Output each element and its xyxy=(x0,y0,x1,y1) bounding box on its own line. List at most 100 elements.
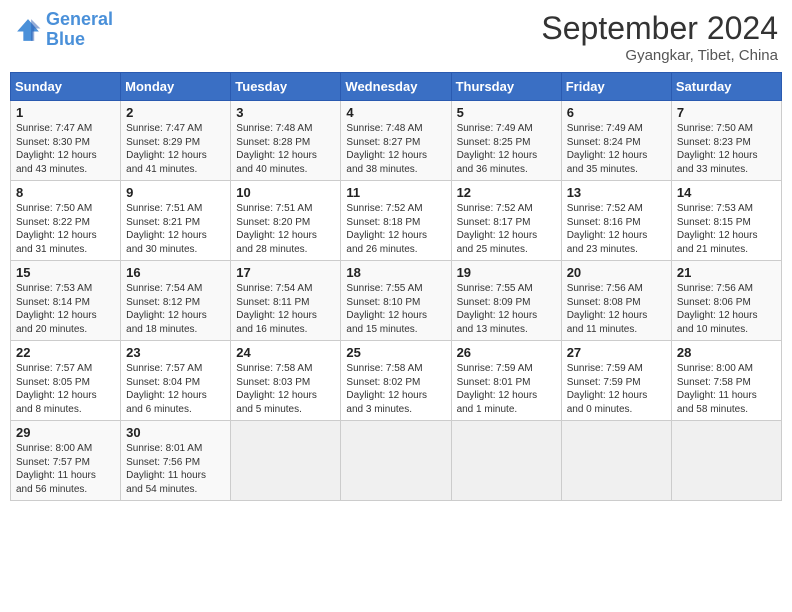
day-number: 23 xyxy=(126,345,225,360)
day-info: Sunrise: 8:01 AM Sunset: 7:56 PM Dayligh… xyxy=(126,442,225,496)
day-info: Sunrise: 7:49 AM Sunset: 8:25 PM Dayligh… xyxy=(457,122,556,176)
calendar-cell: 10 Sunrise: 7:51 AM Sunset: 8:20 PM Dayli… xyxy=(231,181,341,261)
day-info: Sunrise: 7:51 AM Sunset: 8:21 PM Dayligh… xyxy=(126,202,225,256)
day-header-tuesday: Tuesday xyxy=(231,73,341,101)
day-number: 5 xyxy=(457,105,556,120)
day-number: 28 xyxy=(677,345,776,360)
day-info: Sunrise: 8:00 AM Sunset: 7:57 PM Dayligh… xyxy=(16,442,115,496)
day-header-saturday: Saturday xyxy=(671,73,781,101)
day-number: 20 xyxy=(567,265,666,280)
day-header-friday: Friday xyxy=(561,73,671,101)
day-number: 1 xyxy=(16,105,115,120)
day-info: Sunrise: 7:56 AM Sunset: 8:08 PM Dayligh… xyxy=(567,282,666,336)
day-number: 9 xyxy=(126,185,225,200)
logo: General Blue xyxy=(14,10,113,50)
calendar-cell: 27 Sunrise: 7:59 AM Sunset: 7:59 PM Dayli… xyxy=(561,341,671,421)
calendar-cell: 18 Sunrise: 7:55 AM Sunset: 8:10 PM Dayli… xyxy=(341,261,451,341)
calendar-cell: 11 Sunrise: 7:52 AM Sunset: 8:18 PM Dayli… xyxy=(341,181,451,261)
day-info: Sunrise: 7:55 AM Sunset: 8:09 PM Dayligh… xyxy=(457,282,556,336)
calendar-cell: 29 Sunrise: 8:00 AM Sunset: 7:57 PM Dayli… xyxy=(11,421,121,501)
day-number: 22 xyxy=(16,345,115,360)
calendar-cell: 3 Sunrise: 7:48 AM Sunset: 8:28 PM Daylig… xyxy=(231,101,341,181)
day-header-monday: Monday xyxy=(121,73,231,101)
calendar-week-row: 8 Sunrise: 7:50 AM Sunset: 8:22 PM Daylig… xyxy=(11,181,782,261)
day-info: Sunrise: 7:59 AM Sunset: 8:01 PM Dayligh… xyxy=(457,362,556,416)
calendar-cell: 5 Sunrise: 7:49 AM Sunset: 8:25 PM Daylig… xyxy=(451,101,561,181)
day-info: Sunrise: 7:50 AM Sunset: 8:23 PM Dayligh… xyxy=(677,122,776,176)
day-info: Sunrise: 7:55 AM Sunset: 8:10 PM Dayligh… xyxy=(346,282,445,336)
day-info: Sunrise: 7:48 AM Sunset: 8:28 PM Dayligh… xyxy=(236,122,335,176)
calendar-cell xyxy=(341,421,451,501)
calendar-cell: 28 Sunrise: 8:00 AM Sunset: 7:58 PM Dayli… xyxy=(671,341,781,421)
calendar-cell xyxy=(231,421,341,501)
day-number: 26 xyxy=(457,345,556,360)
day-number: 8 xyxy=(16,185,115,200)
month-title: September 2024 xyxy=(541,10,778,47)
day-number: 13 xyxy=(567,185,666,200)
calendar-cell xyxy=(561,421,671,501)
calendar-week-row: 1 Sunrise: 7:47 AM Sunset: 8:30 PM Daylig… xyxy=(11,101,782,181)
calendar-cell: 17 Sunrise: 7:54 AM Sunset: 8:11 PM Dayli… xyxy=(231,261,341,341)
location-subtitle: Gyangkar, Tibet, China xyxy=(541,47,778,64)
day-number: 16 xyxy=(126,265,225,280)
day-number: 2 xyxy=(126,105,225,120)
day-info: Sunrise: 7:49 AM Sunset: 8:24 PM Dayligh… xyxy=(567,122,666,176)
calendar-cell: 15 Sunrise: 7:53 AM Sunset: 8:14 PM Dayli… xyxy=(11,261,121,341)
calendar-cell: 4 Sunrise: 7:48 AM Sunset: 8:27 PM Daylig… xyxy=(341,101,451,181)
day-number: 11 xyxy=(346,185,445,200)
calendar-cell: 2 Sunrise: 7:47 AM Sunset: 8:29 PM Daylig… xyxy=(121,101,231,181)
day-number: 3 xyxy=(236,105,335,120)
calendar-cell: 13 Sunrise: 7:52 AM Sunset: 8:16 PM Dayli… xyxy=(561,181,671,261)
day-info: Sunrise: 7:50 AM Sunset: 8:22 PM Dayligh… xyxy=(16,202,115,256)
day-info: Sunrise: 7:57 AM Sunset: 8:05 PM Dayligh… xyxy=(16,362,115,416)
day-info: Sunrise: 8:00 AM Sunset: 7:58 PM Dayligh… xyxy=(677,362,776,416)
day-info: Sunrise: 7:52 AM Sunset: 8:18 PM Dayligh… xyxy=(346,202,445,256)
calendar-table: SundayMondayTuesdayWednesdayThursdayFrid… xyxy=(10,72,782,501)
day-info: Sunrise: 7:58 AM Sunset: 8:03 PM Dayligh… xyxy=(236,362,335,416)
calendar-cell xyxy=(451,421,561,501)
day-info: Sunrise: 7:57 AM Sunset: 8:04 PM Dayligh… xyxy=(126,362,225,416)
day-number: 30 xyxy=(126,425,225,440)
day-info: Sunrise: 7:59 AM Sunset: 7:59 PM Dayligh… xyxy=(567,362,666,416)
day-number: 27 xyxy=(567,345,666,360)
calendar-cell: 22 Sunrise: 7:57 AM Sunset: 8:05 PM Dayli… xyxy=(11,341,121,421)
calendar-cell: 20 Sunrise: 7:56 AM Sunset: 8:08 PM Dayli… xyxy=(561,261,671,341)
calendar-cell: 9 Sunrise: 7:51 AM Sunset: 8:21 PM Daylig… xyxy=(121,181,231,261)
day-number: 29 xyxy=(16,425,115,440)
day-info: Sunrise: 7:51 AM Sunset: 8:20 PM Dayligh… xyxy=(236,202,335,256)
calendar-week-row: 15 Sunrise: 7:53 AM Sunset: 8:14 PM Dayli… xyxy=(11,261,782,341)
logo-icon xyxy=(14,16,42,44)
day-number: 10 xyxy=(236,185,335,200)
page-header: General Blue September 2024 Gyangkar, Ti… xyxy=(10,10,782,64)
title-block: September 2024 Gyangkar, Tibet, China xyxy=(541,10,778,64)
calendar-cell: 8 Sunrise: 7:50 AM Sunset: 8:22 PM Daylig… xyxy=(11,181,121,261)
day-info: Sunrise: 7:56 AM Sunset: 8:06 PM Dayligh… xyxy=(677,282,776,336)
day-header-wednesday: Wednesday xyxy=(341,73,451,101)
calendar-cell: 16 Sunrise: 7:54 AM Sunset: 8:12 PM Dayli… xyxy=(121,261,231,341)
day-header-thursday: Thursday xyxy=(451,73,561,101)
day-number: 15 xyxy=(16,265,115,280)
day-number: 7 xyxy=(677,105,776,120)
calendar-week-row: 29 Sunrise: 8:00 AM Sunset: 7:57 PM Dayli… xyxy=(11,421,782,501)
day-info: Sunrise: 7:52 AM Sunset: 8:16 PM Dayligh… xyxy=(567,202,666,256)
calendar-week-row: 22 Sunrise: 7:57 AM Sunset: 8:05 PM Dayli… xyxy=(11,341,782,421)
day-number: 24 xyxy=(236,345,335,360)
day-info: Sunrise: 7:47 AM Sunset: 8:29 PM Dayligh… xyxy=(126,122,225,176)
day-info: Sunrise: 7:48 AM Sunset: 8:27 PM Dayligh… xyxy=(346,122,445,176)
calendar-cell: 19Sunrise: 7:55 AM Sunset: 8:09 PM Dayli… xyxy=(451,261,561,341)
calendar-cell: 1 Sunrise: 7:47 AM Sunset: 8:30 PM Daylig… xyxy=(11,101,121,181)
day-info: Sunrise: 7:53 AM Sunset: 8:15 PM Dayligh… xyxy=(677,202,776,256)
day-info: Sunrise: 7:53 AM Sunset: 8:14 PM Dayligh… xyxy=(16,282,115,336)
day-info: Sunrise: 7:54 AM Sunset: 8:11 PM Dayligh… xyxy=(236,282,335,336)
day-number: 18 xyxy=(346,265,445,280)
calendar-cell: 12Sunrise: 7:52 AM Sunset: 8:17 PM Dayli… xyxy=(451,181,561,261)
calendar-cell: 25Sunrise: 7:58 AM Sunset: 8:02 PM Dayli… xyxy=(341,341,451,421)
day-number: 14 xyxy=(677,185,776,200)
day-info: Sunrise: 7:54 AM Sunset: 8:12 PM Dayligh… xyxy=(126,282,225,336)
calendar-cell: 6Sunrise: 7:49 AM Sunset: 8:24 PM Daylig… xyxy=(561,101,671,181)
day-info: Sunrise: 7:47 AM Sunset: 8:30 PM Dayligh… xyxy=(16,122,115,176)
day-number: 4 xyxy=(346,105,445,120)
calendar-cell: 24 Sunrise: 7:58 AM Sunset: 8:03 PM Dayli… xyxy=(231,341,341,421)
calendar-cell: 14 Sunrise: 7:53 AM Sunset: 8:15 PM Dayli… xyxy=(671,181,781,261)
day-number: 17 xyxy=(236,265,335,280)
